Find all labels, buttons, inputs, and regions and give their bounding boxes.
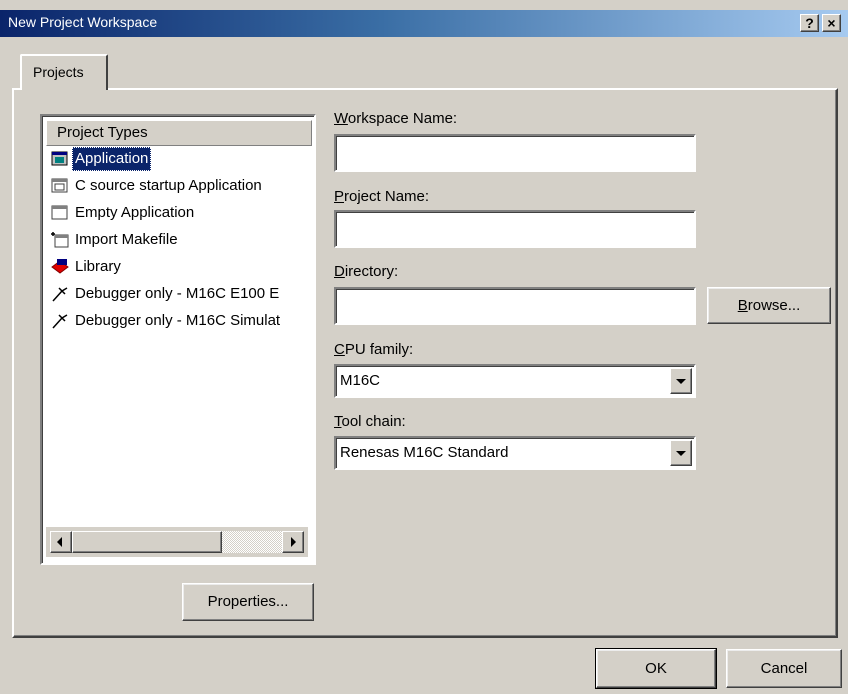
- workspace-name-label: Workspace Name:: [334, 110, 458, 127]
- tab-projects[interactable]: Projects: [20, 54, 108, 90]
- list-item-debugger-e100[interactable]: Debugger only - M16C E100 E: [48, 282, 310, 306]
- list-item-label: Debugger only - M16C Simulat: [75, 312, 281, 329]
- list-horizontal-scrollbar[interactable]: [46, 527, 308, 557]
- arrow-right-icon: [291, 537, 296, 547]
- close-button[interactable]: ×: [822, 14, 841, 32]
- chevron-down-icon: [676, 379, 686, 384]
- properties-button[interactable]: Properties...: [182, 583, 314, 621]
- chevron-down-icon: [676, 451, 686, 456]
- cancel-button[interactable]: Cancel: [726, 649, 842, 688]
- list-item-c-source-startup[interactable]: C source startup Application: [48, 174, 310, 198]
- tool-chain-dropdown-button[interactable]: [670, 440, 692, 466]
- project-name-input[interactable]: [334, 210, 696, 248]
- directory-label: Directory:: [334, 263, 399, 280]
- project-types-list[interactable]: Project Types Application C source start…: [40, 114, 316, 565]
- list-item-import-makefile[interactable]: Import Makefile: [48, 228, 310, 252]
- library-icon: [51, 259, 69, 274]
- cpu-family-dropdown-button[interactable]: [670, 368, 692, 394]
- workspace-name-input[interactable]: [334, 134, 696, 172]
- scroll-right-button[interactable]: [282, 531, 304, 553]
- project-types-header[interactable]: Project Types: [46, 120, 312, 146]
- cpu-family-select[interactable]: M16C: [334, 364, 696, 398]
- tab-projects-label: Projects: [33, 64, 84, 80]
- cpu-family-label: CPU family:: [334, 341, 414, 358]
- arrow-left-icon: [57, 537, 62, 547]
- application-icon: [51, 205, 68, 220]
- project-name-label: Project Name:: [334, 188, 430, 205]
- directory-input[interactable]: [334, 287, 696, 325]
- application-icon: [51, 178, 68, 193]
- title-bar[interactable]: New Project Workspace ? ×: [0, 10, 848, 37]
- application-icon: [51, 151, 68, 166]
- list-item-debugger-simulator[interactable]: Debugger only - M16C Simulat: [48, 309, 310, 333]
- list-item-label: Import Makefile: [75, 231, 178, 248]
- list-item-empty-application[interactable]: Empty Application: [48, 201, 310, 225]
- list-item-label: C source startup Application: [75, 177, 262, 194]
- window-title: New Project Workspace: [8, 14, 158, 30]
- list-item-label: Debugger only - M16C E100 E: [75, 285, 280, 302]
- list-item-label: Empty Application: [75, 204, 195, 221]
- import-makefile-icon: [51, 232, 69, 248]
- list-item-application[interactable]: Application: [48, 147, 310, 171]
- tool-chain-select[interactable]: Renesas M16C Standard: [334, 436, 696, 470]
- debugger-icon: [52, 287, 68, 302]
- list-item-label: Library: [75, 258, 121, 275]
- list-item-label: Application: [72, 147, 152, 171]
- browse-button[interactable]: Browse...: [707, 287, 831, 324]
- debugger-icon: [52, 314, 68, 329]
- ok-button[interactable]: OK: [595, 648, 717, 689]
- scroll-left-button[interactable]: [50, 531, 72, 553]
- tool-chain-label: Tool chain:: [334, 413, 406, 430]
- cpu-family-value: M16C: [340, 372, 381, 389]
- help-button[interactable]: ?: [800, 14, 819, 32]
- scroll-thumb[interactable]: [72, 531, 222, 553]
- list-item-library[interactable]: Library: [48, 255, 310, 279]
- tool-chain-value: Renesas M16C Standard: [340, 444, 509, 461]
